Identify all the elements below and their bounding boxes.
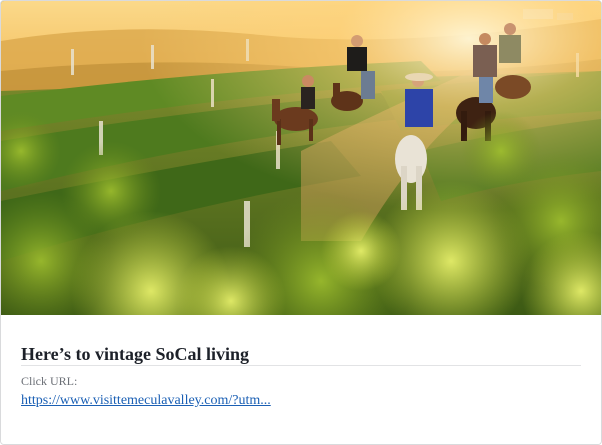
headline: Here’s to vintage SoCal living (21, 344, 249, 364)
caption-area: Here’s to vintage SoCal living Click URL… (1, 315, 601, 444)
click-url-link[interactable]: https://www.visittemeculavalley.com/?utm… (21, 392, 271, 410)
divider (21, 365, 581, 366)
vineyard-illustration (1, 1, 601, 315)
ad-preview-card: Here’s to vintage SoCal living Click URL… (0, 0, 602, 445)
click-url-label: Click URL: (21, 374, 78, 388)
hero-image[interactable] (1, 1, 601, 315)
